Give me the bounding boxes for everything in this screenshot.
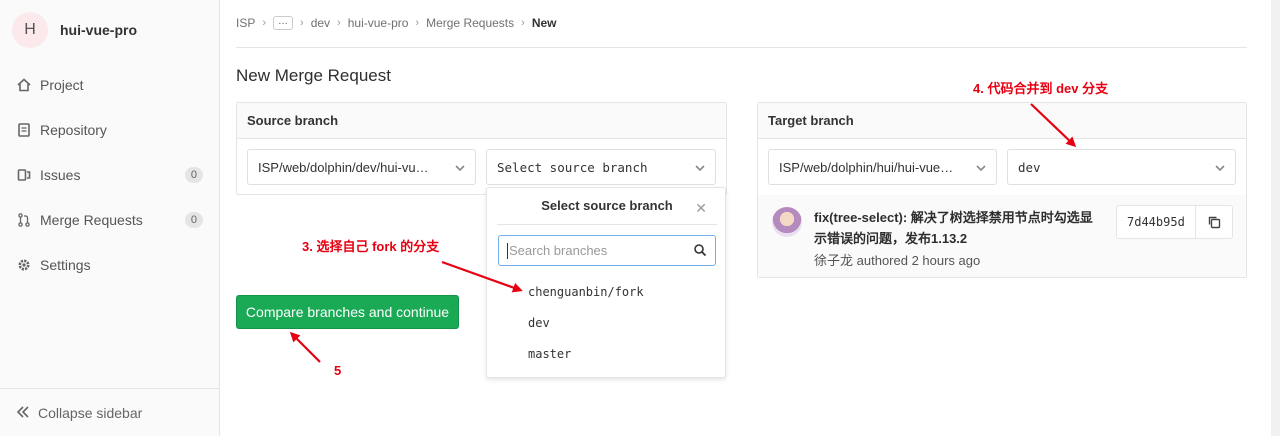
project-header[interactable]: H hui-vue-pro xyxy=(12,12,137,48)
search-placeholder: Search branches xyxy=(509,243,608,258)
sidebar-item-settings[interactable]: Settings xyxy=(0,242,219,287)
source-branch-select[interactable]: Select source branch xyxy=(486,149,716,185)
home-icon xyxy=(16,77,32,93)
annotation-step-5: 5 xyxy=(334,363,342,378)
chevron-right-icon: › xyxy=(415,17,420,29)
divider xyxy=(236,47,1247,48)
divider xyxy=(497,224,717,225)
copy-icon xyxy=(1208,216,1220,229)
breadcrumb-item-merge-requests[interactable]: Merge Requests xyxy=(426,16,514,30)
close-icon[interactable]: ✕ xyxy=(695,200,707,217)
annotation-step-3: 3. 选择自己 fork 的分支 xyxy=(302,239,440,254)
sidebar-item-label: Issues xyxy=(40,166,81,183)
sidebar-item-merge-requests[interactable]: Merge Requests 0 xyxy=(0,197,219,242)
sidebar-item-label: Merge Requests xyxy=(40,211,143,228)
dropdown-title: Select source branch xyxy=(541,198,673,213)
sidebar-item-project[interactable]: Project xyxy=(0,62,219,107)
text-caret xyxy=(507,242,508,259)
page-scrollbar[interactable] xyxy=(1271,0,1280,436)
chevron-down-icon xyxy=(455,165,465,172)
chevron-down-icon xyxy=(695,165,705,172)
breadcrumb-ellipsis[interactable]: … xyxy=(273,16,294,30)
target-branch-select[interactable]: dev xyxy=(1007,149,1236,185)
collapse-sidebar-label: Collapse sidebar xyxy=(38,404,143,421)
target-branch-value: dev xyxy=(1018,159,1041,175)
branch-option-master[interactable]: master xyxy=(528,347,571,361)
source-branch-placeholder: Select source branch xyxy=(497,159,648,175)
sidebar-item-repository[interactable]: Repository xyxy=(0,107,219,152)
chevron-right-icon: › xyxy=(521,17,525,29)
search-icon xyxy=(694,244,707,257)
commit-authored-text: authored 2 hours ago xyxy=(856,253,981,268)
arrow-to-compare-button xyxy=(289,331,321,363)
breadcrumb-item-project[interactable]: hui-vue-pro xyxy=(348,16,409,30)
commit-meta: 徐子龙 authored 2 hours ago xyxy=(814,250,980,269)
chevron-down-icon xyxy=(976,165,986,172)
source-branch-dropdown: Select source branch ✕ Search branches c… xyxy=(486,187,726,378)
commit-sha-group: 7d44b95d xyxy=(1116,205,1233,239)
commit-row: fix(tree-select): 解决了树选择禁用节点时勾选显示错误的问题，发… xyxy=(758,195,1246,277)
double-chevron-left-icon xyxy=(16,405,30,421)
branch-option-dev[interactable]: dev xyxy=(528,316,550,330)
source-project-value: ISP/web/dolphin/dev/hui-vu… xyxy=(258,159,429,175)
collapse-sidebar-button[interactable]: Collapse sidebar xyxy=(0,388,219,436)
sidebar-item-label: Settings xyxy=(40,256,91,273)
source-branch-header: Source branch xyxy=(237,103,726,139)
commit-author[interactable]: 徐子龙 xyxy=(814,253,853,268)
document-icon xyxy=(16,122,32,138)
target-project-value: ISP/web/dolphin/hui/hui-vue… xyxy=(779,159,954,175)
issues-count-badge: 0 xyxy=(184,166,203,183)
chevron-right-icon: › xyxy=(262,17,267,29)
merge-request-icon xyxy=(16,212,32,228)
commit-author-avatar[interactable] xyxy=(772,207,802,237)
commit-sha[interactable]: 7d44b95d xyxy=(1117,206,1196,238)
chevron-right-icon: › xyxy=(300,17,304,29)
search-branches-input[interactable]: Search branches xyxy=(498,235,716,266)
sidebar-item-label: Project xyxy=(40,76,84,93)
target-project-select[interactable]: ISP/web/dolphin/hui/hui-vue… xyxy=(768,149,997,185)
breadcrumb-item-isp[interactable]: ISP xyxy=(236,16,255,30)
chevron-down-icon xyxy=(1215,165,1225,172)
issues-icon xyxy=(16,167,32,183)
sidebar-nav: Project Repository Issues 0 Merge Reques… xyxy=(0,62,219,287)
source-project-select[interactable]: ISP/web/dolphin/dev/hui-vu… xyxy=(247,149,476,185)
breadcrumb: ISP › … › dev › hui-vue-pro › Merge Requ… xyxy=(236,16,557,30)
commit-title[interactable]: fix(tree-select): 解决了树选择禁用节点时勾选显示错误的问题，发… xyxy=(814,207,1094,249)
sidebar-item-label: Repository xyxy=(40,121,107,138)
sidebar-item-issues[interactable]: Issues 0 xyxy=(0,152,219,197)
compare-branches-button[interactable]: Compare branches and continue xyxy=(236,295,459,329)
target-branch-header: Target branch xyxy=(758,103,1246,139)
project-name[interactable]: hui-vue-pro xyxy=(60,22,137,38)
chevron-right-icon: › xyxy=(337,17,341,29)
sidebar: H hui-vue-pro Project Repository Issues … xyxy=(0,0,220,436)
breadcrumb-item-dev[interactable]: dev xyxy=(311,16,330,30)
breadcrumb-current[interactable]: New xyxy=(532,16,557,30)
page-title: New Merge Request xyxy=(236,66,391,85)
project-avatar: H xyxy=(12,12,48,48)
gear-icon xyxy=(16,257,32,273)
copy-sha-button[interactable] xyxy=(1196,206,1232,238)
branch-option-chenguanbin-fork[interactable]: chenguanbin/fork xyxy=(528,285,644,299)
merge-requests-count-badge: 0 xyxy=(184,211,203,228)
annotation-step-4: 4. 代码合并到 dev 分支 xyxy=(973,81,1109,96)
